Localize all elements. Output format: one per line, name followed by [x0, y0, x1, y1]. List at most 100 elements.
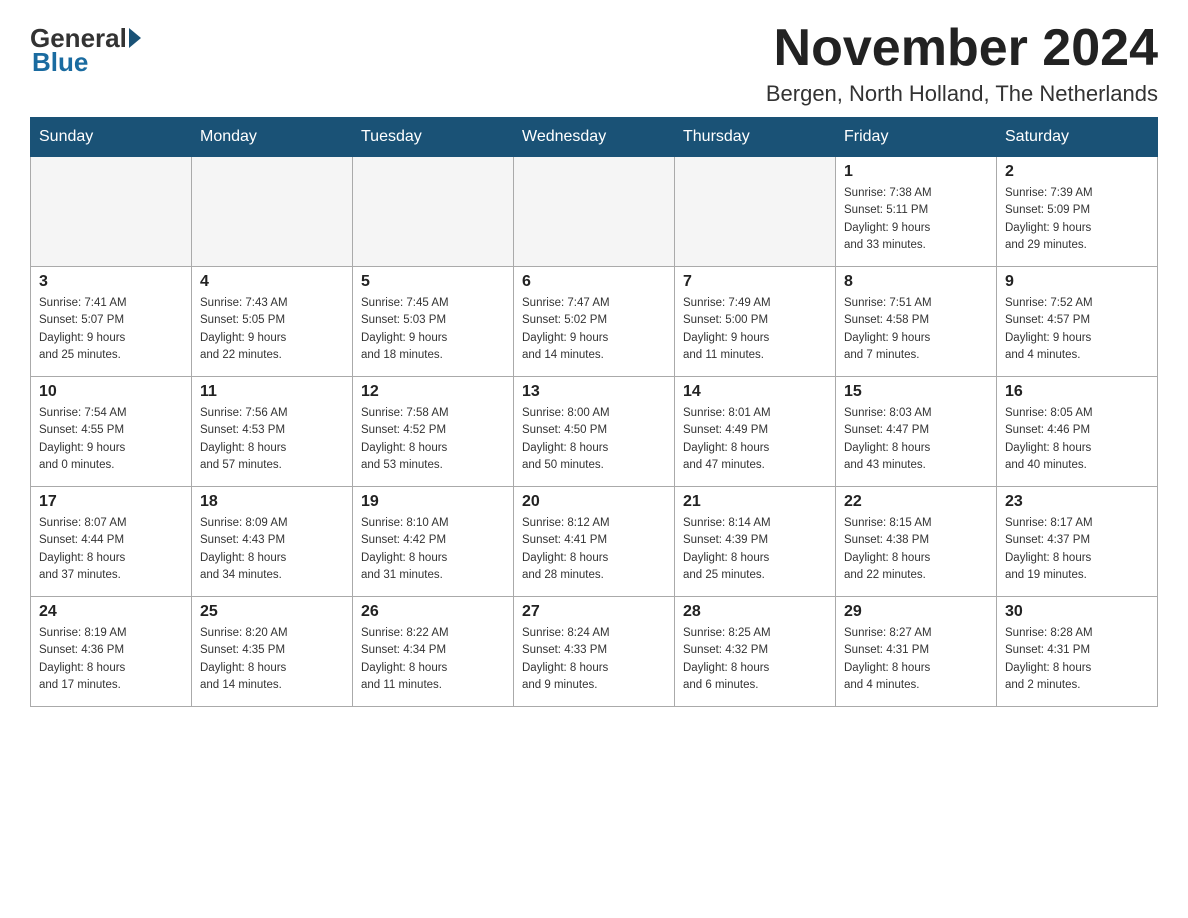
location-title: Bergen, North Holland, The Netherlands [766, 81, 1158, 107]
day-number: 30 [1005, 603, 1149, 621]
calendar-header-row: SundayMondayTuesdayWednesdayThursdayFrid… [31, 118, 1158, 157]
day-number: 28 [683, 603, 827, 621]
calendar-day-cell: 11 Sunrise: 7:56 AM Sunset: 4:53 PM Dayli… [192, 377, 353, 487]
calendar-day-cell [514, 157, 675, 267]
calendar-week-row: 3 Sunrise: 7:41 AM Sunset: 5:07 PM Daylig… [31, 267, 1158, 377]
calendar-day-cell: 12 Sunrise: 7:58 AM Sunset: 4:52 PM Dayli… [353, 377, 514, 487]
day-number: 15 [844, 383, 988, 401]
day-info: Sunrise: 7:38 AM Sunset: 5:11 PM Dayligh… [844, 185, 988, 254]
calendar-day-cell: 17Sunrise: 8:07 AM Sunset: 4:44 PM Dayli… [31, 487, 192, 597]
day-info: Sunrise: 8:27 AM Sunset: 4:31 PM Dayligh… [844, 625, 988, 694]
calendar-day-cell: 21Sunrise: 8:14 AM Sunset: 4:39 PM Dayli… [675, 487, 836, 597]
calendar-body: 1 Sunrise: 7:38 AM Sunset: 5:11 PM Daylig… [31, 157, 1158, 707]
day-number: 23 [1005, 493, 1149, 511]
day-info: Sunrise: 8:10 AM Sunset: 4:42 PM Dayligh… [361, 515, 505, 584]
day-number: 4 [200, 273, 344, 291]
day-number: 11 [200, 383, 344, 401]
day-info: Sunrise: 8:24 AM Sunset: 4:33 PM Dayligh… [522, 625, 666, 694]
calendar-day-cell: 10Sunrise: 7:54 AM Sunset: 4:55 PM Dayli… [31, 377, 192, 487]
calendar-day-cell: 30 Sunrise: 8:28 AM Sunset: 4:31 PM Dayli… [997, 597, 1158, 707]
calendar-week-row: 17Sunrise: 8:07 AM Sunset: 4:44 PM Dayli… [31, 487, 1158, 597]
day-info: Sunrise: 7:56 AM Sunset: 4:53 PM Dayligh… [200, 405, 344, 474]
day-info: Sunrise: 7:45 AM Sunset: 5:03 PM Dayligh… [361, 295, 505, 364]
day-number: 19 [361, 493, 505, 511]
day-info: Sunrise: 7:52 AM Sunset: 4:57 PM Dayligh… [1005, 295, 1149, 364]
calendar-day-cell: 2 Sunrise: 7:39 AM Sunset: 5:09 PM Daylig… [997, 157, 1158, 267]
day-number: 18 [200, 493, 344, 511]
logo-triangle-icon [129, 28, 141, 48]
day-info: Sunrise: 7:58 AM Sunset: 4:52 PM Dayligh… [361, 405, 505, 474]
calendar-week-row: 10Sunrise: 7:54 AM Sunset: 4:55 PM Dayli… [31, 377, 1158, 487]
day-number: 16 [1005, 383, 1149, 401]
day-number: 7 [683, 273, 827, 291]
calendar-day-cell: 9 Sunrise: 7:52 AM Sunset: 4:57 PM Daylig… [997, 267, 1158, 377]
day-info: Sunrise: 8:15 AM Sunset: 4:38 PM Dayligh… [844, 515, 988, 584]
day-info: Sunrise: 8:05 AM Sunset: 4:46 PM Dayligh… [1005, 405, 1149, 474]
day-number: 25 [200, 603, 344, 621]
day-number: 14 [683, 383, 827, 401]
day-number: 20 [522, 493, 666, 511]
calendar-header-cell: Tuesday [353, 118, 514, 157]
calendar-day-cell: 8Sunrise: 7:51 AM Sunset: 4:58 PM Daylig… [836, 267, 997, 377]
day-info: Sunrise: 7:49 AM Sunset: 5:00 PM Dayligh… [683, 295, 827, 364]
calendar-day-cell: 24 Sunrise: 8:19 AM Sunset: 4:36 PM Dayli… [31, 597, 192, 707]
calendar-day-cell: 18 Sunrise: 8:09 AM Sunset: 4:43 PM Dayli… [192, 487, 353, 597]
day-info: Sunrise: 7:54 AM Sunset: 4:55 PM Dayligh… [39, 405, 183, 474]
calendar-day-cell: 1 Sunrise: 7:38 AM Sunset: 5:11 PM Daylig… [836, 157, 997, 267]
day-number: 3 [39, 273, 183, 291]
day-number: 12 [361, 383, 505, 401]
calendar-header-cell: Monday [192, 118, 353, 157]
title-area: November 2024 Bergen, North Holland, The… [766, 20, 1158, 107]
calendar-week-row: 24 Sunrise: 8:19 AM Sunset: 4:36 PM Dayli… [31, 597, 1158, 707]
calendar-day-cell: 3 Sunrise: 7:41 AM Sunset: 5:07 PM Daylig… [31, 267, 192, 377]
day-number: 21 [683, 493, 827, 511]
day-info: Sunrise: 8:19 AM Sunset: 4:36 PM Dayligh… [39, 625, 183, 694]
calendar-header-cell: Wednesday [514, 118, 675, 157]
calendar-day-cell: 15 Sunrise: 8:03 AM Sunset: 4:47 PM Dayli… [836, 377, 997, 487]
day-info: Sunrise: 8:03 AM Sunset: 4:47 PM Dayligh… [844, 405, 988, 474]
calendar-header-cell: Thursday [675, 118, 836, 157]
header-area: General Blue November 2024 Bergen, North… [30, 20, 1158, 107]
day-number: 24 [39, 603, 183, 621]
calendar-day-cell: 29 Sunrise: 8:27 AM Sunset: 4:31 PM Dayli… [836, 597, 997, 707]
calendar-day-cell: 14 Sunrise: 8:01 AM Sunset: 4:49 PM Dayli… [675, 377, 836, 487]
day-number: 9 [1005, 273, 1149, 291]
day-number: 6 [522, 273, 666, 291]
day-info: Sunrise: 8:00 AM Sunset: 4:50 PM Dayligh… [522, 405, 666, 474]
calendar-day-cell [675, 157, 836, 267]
calendar-header: SundayMondayTuesdayWednesdayThursdayFrid… [31, 118, 1158, 157]
calendar-day-cell: 28Sunrise: 8:25 AM Sunset: 4:32 PM Dayli… [675, 597, 836, 707]
logo-blue-text: Blue [30, 47, 88, 78]
calendar-day-cell: 13Sunrise: 8:00 AM Sunset: 4:50 PM Dayli… [514, 377, 675, 487]
calendar-day-cell: 16 Sunrise: 8:05 AM Sunset: 4:46 PM Dayli… [997, 377, 1158, 487]
day-info: Sunrise: 8:01 AM Sunset: 4:49 PM Dayligh… [683, 405, 827, 474]
month-title: November 2024 [766, 20, 1158, 77]
day-number: 17 [39, 493, 183, 511]
day-info: Sunrise: 8:20 AM Sunset: 4:35 PM Dayligh… [200, 625, 344, 694]
day-number: 2 [1005, 163, 1149, 181]
day-number: 1 [844, 163, 988, 181]
calendar-day-cell: 25 Sunrise: 8:20 AM Sunset: 4:35 PM Dayli… [192, 597, 353, 707]
day-info: Sunrise: 8:17 AM Sunset: 4:37 PM Dayligh… [1005, 515, 1149, 584]
calendar-day-cell: 5 Sunrise: 7:45 AM Sunset: 5:03 PM Daylig… [353, 267, 514, 377]
day-info: Sunrise: 7:39 AM Sunset: 5:09 PM Dayligh… [1005, 185, 1149, 254]
day-info: Sunrise: 8:28 AM Sunset: 4:31 PM Dayligh… [1005, 625, 1149, 694]
day-info: Sunrise: 8:12 AM Sunset: 4:41 PM Dayligh… [522, 515, 666, 584]
day-info: Sunrise: 7:51 AM Sunset: 4:58 PM Dayligh… [844, 295, 988, 364]
calendar-day-cell [192, 157, 353, 267]
calendar-day-cell: 7 Sunrise: 7:49 AM Sunset: 5:00 PM Daylig… [675, 267, 836, 377]
calendar-day-cell: 23 Sunrise: 8:17 AM Sunset: 4:37 PM Dayli… [997, 487, 1158, 597]
day-number: 5 [361, 273, 505, 291]
calendar-day-cell: 19 Sunrise: 8:10 AM Sunset: 4:42 PM Dayli… [353, 487, 514, 597]
calendar-table: SundayMondayTuesdayWednesdayThursdayFrid… [30, 117, 1158, 707]
day-info: Sunrise: 7:47 AM Sunset: 5:02 PM Dayligh… [522, 295, 666, 364]
calendar-day-cell [353, 157, 514, 267]
calendar-header-cell: Sunday [31, 118, 192, 157]
day-info: Sunrise: 7:43 AM Sunset: 5:05 PM Dayligh… [200, 295, 344, 364]
day-info: Sunrise: 8:22 AM Sunset: 4:34 PM Dayligh… [361, 625, 505, 694]
calendar-day-cell: 4 Sunrise: 7:43 AM Sunset: 5:05 PM Daylig… [192, 267, 353, 377]
logo: General Blue [30, 20, 143, 78]
day-info: Sunrise: 8:09 AM Sunset: 4:43 PM Dayligh… [200, 515, 344, 584]
day-info: Sunrise: 7:41 AM Sunset: 5:07 PM Dayligh… [39, 295, 183, 364]
day-number: 29 [844, 603, 988, 621]
